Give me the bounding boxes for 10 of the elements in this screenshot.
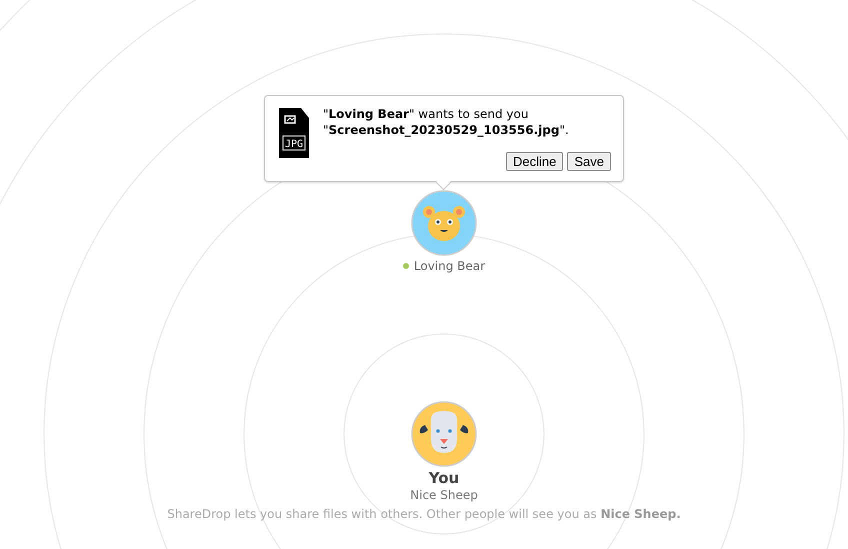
your-name: Nice Sheep [410, 487, 478, 503]
you-label: You [428, 469, 460, 487]
info-text: ShareDrop lets you share files with others. Other people will see you as Nice Sheep. [167, 507, 681, 521]
file-type-label: JPG [284, 139, 304, 150]
peer-name: Loving Bear [414, 259, 486, 273]
sheep-avatar [411, 401, 477, 467]
save-button[interactable]: Save [567, 152, 611, 171]
bear-avatar[interactable] [411, 190, 477, 256]
transfer-message: "Loving Bear" wants to send you "Screenshot_20230529_103556.jpg". [323, 106, 570, 138]
decline-button[interactable]: Decline [506, 152, 564, 171]
